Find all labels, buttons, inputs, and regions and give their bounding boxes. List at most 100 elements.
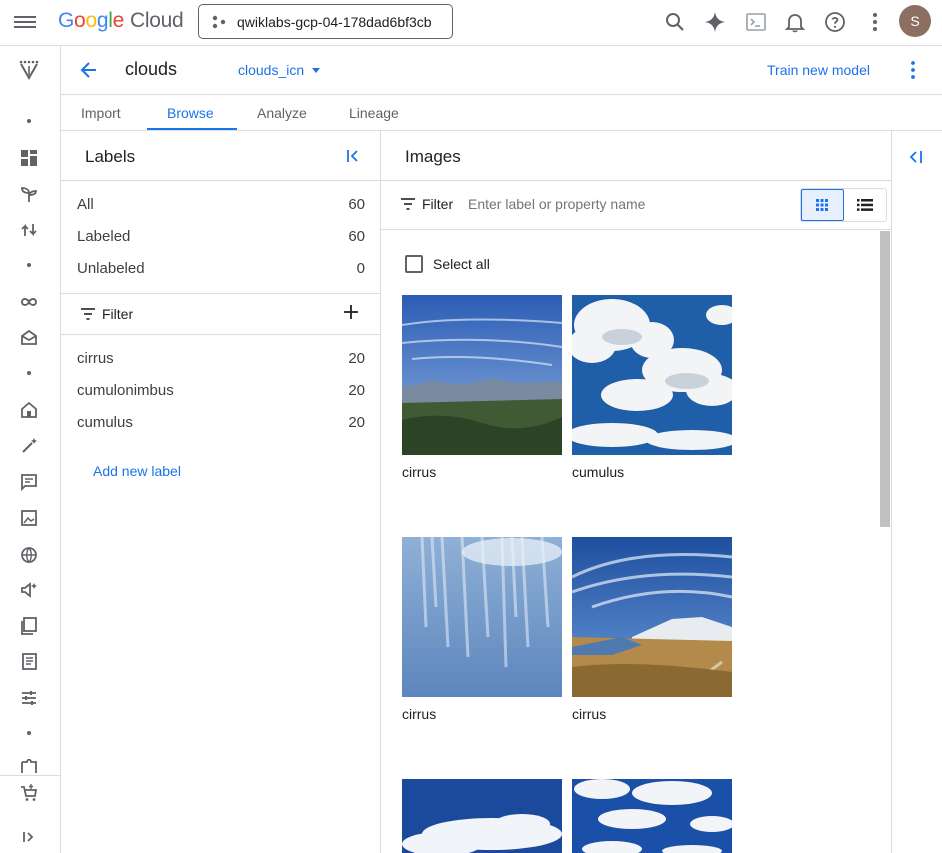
summary-row-labeled[interactable]: Labeled 60 xyxy=(77,228,365,245)
nav-divider-dot xyxy=(27,731,31,735)
nav-separator xyxy=(0,775,61,776)
expand-side-panel-icon[interactable] xyxy=(908,149,924,165)
image-filter-input[interactable] xyxy=(468,196,728,212)
google-cloud-logo[interactable]: Google Cloud xyxy=(58,9,184,33)
images-filter[interactable]: Filter xyxy=(401,196,453,212)
labels-filter[interactable]: Filter xyxy=(81,306,133,322)
cumulus-sky-photo xyxy=(572,779,732,853)
dashboard-icon[interactable] xyxy=(19,148,39,168)
summary-count: 0 xyxy=(356,260,365,277)
image-thumbnail[interactable] xyxy=(402,295,562,455)
chat-edit-icon[interactable] xyxy=(19,472,39,492)
label-count: 20 xyxy=(348,350,365,367)
library-icon[interactable] xyxy=(19,616,39,636)
labels-panel: Labels All 60 Labeled 60 Unlabeled 0 Filter… xyxy=(61,131,381,853)
notes-icon[interactable] xyxy=(19,652,39,672)
nav-divider-dot xyxy=(27,371,31,375)
expand-nav-icon[interactable] xyxy=(19,827,39,847)
help-icon[interactable] xyxy=(823,10,847,34)
image-thumbnail[interactable] xyxy=(572,779,732,853)
dataset-select[interactable]: clouds_icn xyxy=(238,62,321,78)
summary-label: Labeled xyxy=(77,228,131,245)
more-vert-icon[interactable] xyxy=(909,59,917,81)
infinity-icon[interactable] xyxy=(19,292,39,312)
images-scrollbar[interactable] xyxy=(880,231,890,527)
divider xyxy=(381,180,891,181)
summary-row-unlabeled[interactable]: Unlabeled 0 xyxy=(77,260,365,277)
tab-analyze[interactable]: Analyze xyxy=(257,105,307,121)
image-thumbnail[interactable] xyxy=(402,537,562,697)
label-name: cumulonimbus xyxy=(77,382,174,399)
page-title: clouds xyxy=(125,59,178,79)
label-name: cumulus xyxy=(77,414,133,431)
more-vert-icon[interactable] xyxy=(863,10,887,34)
cloud-shell-icon[interactable] xyxy=(744,10,768,34)
image-thumbnail[interactable] xyxy=(402,779,562,853)
train-new-model-button[interactable]: Train new model xyxy=(767,62,870,78)
search-icon[interactable] xyxy=(663,10,687,34)
image-caption: cumulus xyxy=(572,464,625,480)
filter-icon xyxy=(401,198,415,210)
dropdown-caret-icon xyxy=(312,67,321,73)
add-filter-plus-icon[interactable] xyxy=(344,305,358,319)
divider xyxy=(61,180,381,181)
grid-view-button[interactable] xyxy=(801,189,844,221)
label-row-cirrus[interactable]: cirrus 20 xyxy=(77,350,365,367)
dataset-header: clouds clouds_icn Train new model xyxy=(61,46,942,95)
label-row-cumulus[interactable]: cumulus 20 xyxy=(77,414,365,431)
image-caption: cirrus xyxy=(572,706,607,722)
image-add-icon[interactable] xyxy=(19,508,39,528)
cirrus-sky-photo xyxy=(402,295,562,455)
home-icon[interactable] xyxy=(19,400,39,420)
list-view-icon xyxy=(856,199,873,211)
globe-spark-icon[interactable] xyxy=(19,544,39,564)
image-caption: cirrus xyxy=(402,706,437,722)
workflow-icon[interactable] xyxy=(19,220,39,240)
dataset-tabs: Import Browse Analyze Lineage xyxy=(61,95,942,131)
project-icon xyxy=(212,15,226,28)
magic-pen-icon[interactable] xyxy=(19,436,39,456)
add-new-label-button[interactable]: Add new label xyxy=(93,463,181,479)
image-caption: cirrus xyxy=(402,464,437,480)
notifications-icon[interactable] xyxy=(783,10,807,34)
label-count: 20 xyxy=(348,414,365,431)
vertex-ai-logo-icon[interactable] xyxy=(17,58,41,82)
labels-panel-title: Labels xyxy=(85,147,136,166)
tune-icon[interactable] xyxy=(19,688,39,708)
nav-divider-dot xyxy=(27,119,31,123)
extension-icon[interactable] xyxy=(19,759,39,773)
list-view-button[interactable] xyxy=(844,189,886,221)
cumulonimbus-sky-photo xyxy=(402,779,562,853)
gemini-spark-icon[interactable] xyxy=(703,10,727,34)
label-name: cirrus xyxy=(77,350,114,367)
project-picker[interactable]: qwiklabs-gcp-04-178dad6bf3cb xyxy=(198,4,453,39)
grid-view-icon xyxy=(816,199,829,211)
select-all-checkbox[interactable]: Select all xyxy=(405,255,490,273)
tab-browse[interactable]: Browse xyxy=(167,105,214,121)
sprout-icon[interactable] xyxy=(19,184,39,204)
label-row-cumulonimbus[interactable]: cumulonimbus 20 xyxy=(77,382,365,399)
summary-count: 60 xyxy=(348,196,365,213)
divider xyxy=(61,334,381,335)
model-garden-icon[interactable] xyxy=(19,328,39,348)
checkbox-box xyxy=(405,255,423,273)
image-thumbnail[interactable] xyxy=(572,537,732,697)
images-panel: Images Filter Select all cirrus xyxy=(381,131,891,853)
tab-import[interactable]: Import xyxy=(81,105,121,121)
back-arrow-icon[interactable] xyxy=(79,60,99,80)
summary-row-all[interactable]: All 60 xyxy=(77,196,365,213)
cirrus-landscape-photo xyxy=(572,537,732,697)
collapse-panel-icon[interactable] xyxy=(345,148,361,164)
cumulus-sky-photo xyxy=(572,295,732,455)
select-all-label: Select all xyxy=(433,256,490,272)
filter-label: Filter xyxy=(102,306,134,322)
account-avatar[interactable]: S xyxy=(899,5,931,37)
image-thumbnail[interactable] xyxy=(572,295,732,455)
tab-lineage[interactable]: Lineage xyxy=(349,105,399,121)
cirrus-streaks-photo xyxy=(402,537,562,697)
divider xyxy=(61,293,381,294)
summary-count: 60 xyxy=(348,228,365,245)
speaker-spark-icon[interactable] xyxy=(19,580,39,600)
menu-icon[interactable] xyxy=(14,13,36,31)
marketplace-cart-icon[interactable] xyxy=(19,783,39,803)
